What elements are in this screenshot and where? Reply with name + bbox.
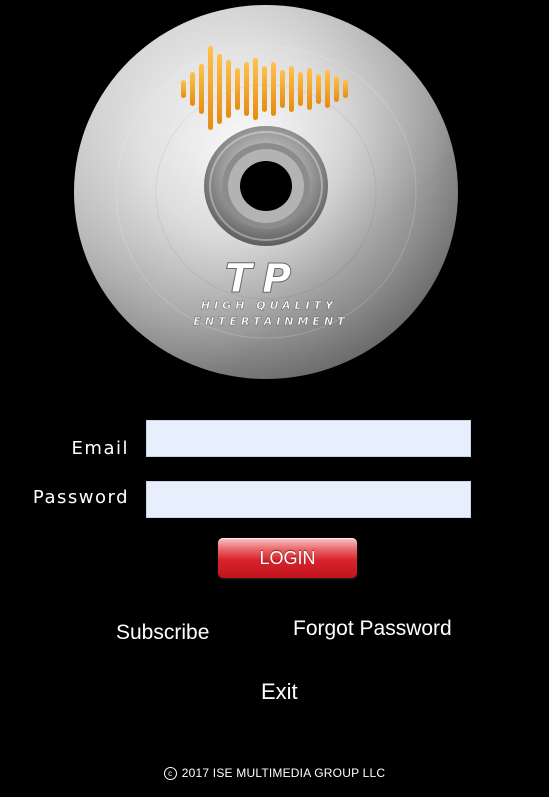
svg-text:HIGH QUALITY: HIGH QUALITY — [201, 299, 337, 312]
forgot-password-link[interactable]: Forgot Password — [293, 617, 452, 641]
subscribe-link[interactable]: Subscribe — [116, 621, 209, 645]
copyright-text: 2017 ISE MULTIMEDIA GROUP LLC — [181, 766, 386, 780]
disc-hub — [204, 126, 328, 246]
copyright-footer: c 2017 ISE MULTIMEDIA GROUP LLC — [0, 766, 549, 780]
login-button[interactable]: LOGIN — [218, 538, 357, 578]
email-label: Email — [71, 438, 129, 459]
password-field[interactable] — [146, 481, 471, 518]
cd-disc-logo: TP HIGH QUALITY ENTERTAINMENT — [74, 5, 458, 379]
copyright-icon: c — [163, 767, 177, 780]
svg-text:ENTERTAINMENT: ENTERTAINMENT — [193, 315, 348, 328]
email-field[interactable] — [146, 420, 471, 457]
svg-text:TP: TP — [225, 256, 302, 302]
exit-link[interactable]: Exit — [261, 679, 298, 705]
password-label: Password — [32, 487, 129, 508]
